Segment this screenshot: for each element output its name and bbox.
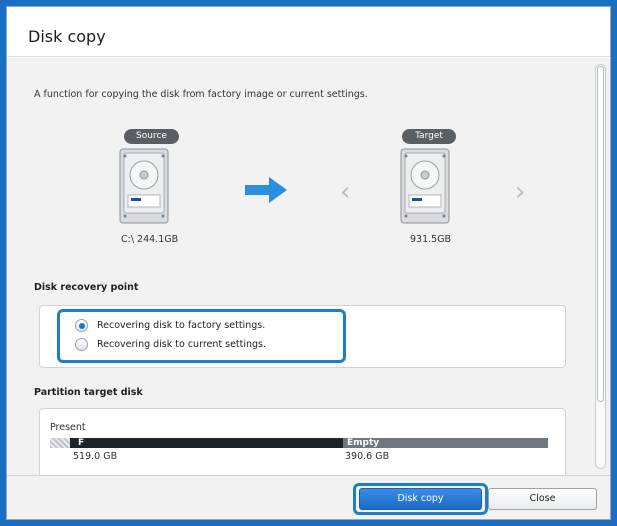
previous-target-icon[interactable]: ‹ — [340, 179, 350, 205]
source-badge: Source — [124, 129, 179, 144]
window-title: Disk copy — [28, 27, 106, 46]
unallocated-segment — [50, 438, 70, 448]
source-drive-label: C:\ 244.1GB — [121, 234, 179, 245]
close-button[interactable]: Close — [488, 488, 597, 510]
partition-section-title: Partition target disk — [34, 387, 143, 398]
present-label: Present — [50, 422, 86, 433]
partition-f-bar: F — [70, 438, 343, 448]
empty-space-name: Empty — [347, 438, 380, 448]
arrow-right-icon — [245, 177, 287, 203]
radio-factory-label: Recovering disk to factory settings. — [97, 320, 266, 331]
next-target-icon[interactable]: › — [515, 179, 525, 205]
radio-button-selected[interactable] — [75, 319, 88, 332]
scrollbar-thumb[interactable] — [597, 66, 604, 402]
description-text: A function for copying the disk from fac… — [34, 89, 368, 100]
empty-space-size: 390.6 GB — [345, 451, 390, 462]
content-area[interactable]: A function for copying the disk from fac… — [7, 58, 610, 475]
recovery-section-title: Disk recovery point — [34, 282, 139, 293]
title-bar: Disk copy — [7, 7, 610, 57]
source-hard-drive-icon — [119, 148, 169, 224]
footer-bar: Disk copy Close — [7, 475, 610, 519]
recovery-highlight — [57, 309, 346, 363]
disk-copy-window: Disk copy A function for copying the dis… — [6, 6, 611, 520]
target-drive-label: 931.5GB — [410, 234, 452, 245]
target-hard-drive-icon — [400, 148, 450, 224]
partition-f-name: F — [78, 438, 85, 448]
radio-current-label: Recovering disk to current settings. — [97, 339, 267, 350]
partition-f-size: 519.0 GB — [73, 451, 118, 462]
radio-current-settings[interactable]: Recovering disk to current settings. — [75, 338, 266, 351]
radio-button-unselected[interactable] — [75, 338, 88, 351]
disk-copy-button[interactable]: Disk copy — [359, 488, 482, 510]
radio-factory-settings[interactable]: Recovering disk to factory settings. — [75, 319, 265, 332]
vertical-scrollbar[interactable] — [595, 64, 606, 469]
empty-space-bar: Empty — [343, 438, 548, 448]
target-badge: Target — [402, 129, 456, 144]
